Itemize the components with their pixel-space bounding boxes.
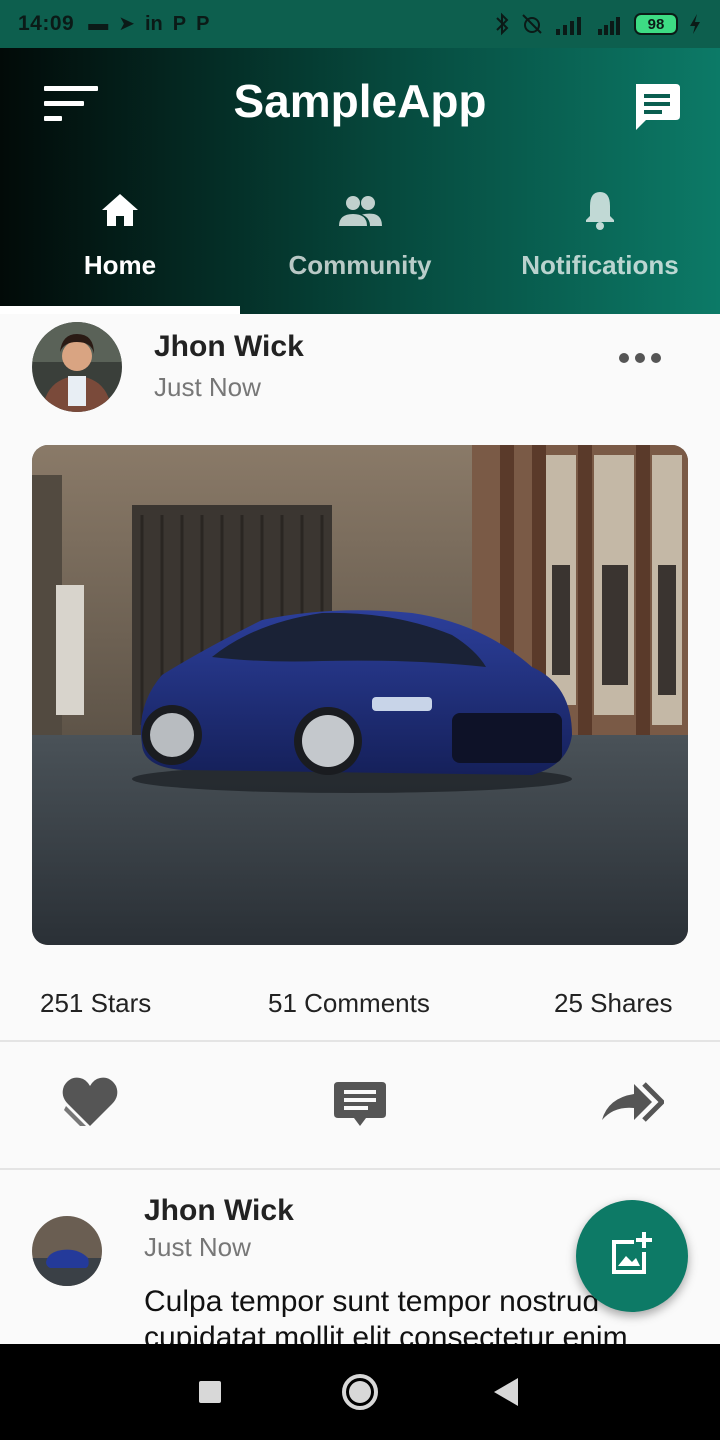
add-photo-icon — [612, 1232, 652, 1274]
status-time: 14:09 — [18, 12, 75, 35]
system-nav-bar — [0, 1344, 720, 1440]
charging-icon — [690, 14, 700, 34]
tab-notifications-label: Notifications — [521, 250, 679, 280]
shares-count[interactable]: 25 Shares — [554, 988, 673, 1019]
post-time: Just Now — [154, 372, 261, 402]
tab-home[interactable]: Home — [0, 176, 240, 314]
post-author[interactable]: Jhon Wick — [154, 330, 304, 364]
home-circle-icon[interactable] — [336, 1368, 384, 1416]
tab-community-label: Community — [288, 250, 432, 280]
tab-indicator — [0, 306, 240, 314]
more-horizontal-icon[interactable] — [616, 344, 664, 372]
signal-4g-icon — [556, 17, 581, 35]
post-stats: 251 Stars 51 Comments 25 Shares — [0, 988, 720, 1032]
p-icon: P — [196, 13, 210, 35]
battery-level: 98 — [634, 13, 678, 35]
post-author[interactable]: Jhon Wick — [144, 1194, 294, 1228]
post-actions — [0, 1070, 720, 1140]
avatar[interactable] — [32, 322, 122, 412]
post-image[interactable] — [32, 445, 688, 945]
telegram-icon: ➤ — [118, 13, 135, 35]
message-icon: ▬ — [88, 13, 109, 35]
divider — [0, 1040, 720, 1042]
divider — [0, 1168, 720, 1170]
add-photo-button[interactable] — [576, 1200, 688, 1312]
status-bar: 14:09 ▬ ➤ in P P 98 — [0, 0, 720, 48]
comments-count[interactable]: 51 Comments — [268, 988, 430, 1019]
people-icon — [339, 196, 382, 226]
heart-icon[interactable] — [58, 1070, 122, 1134]
app-header: SampleApp Home Community Notifications — [0, 48, 720, 314]
post-header: Jhon Wick Just Now — [0, 314, 720, 424]
tab-notifications[interactable]: Notifications — [480, 176, 720, 314]
home-icon — [102, 194, 138, 226]
notification-icons: ▬ ➤ in P P — [88, 14, 209, 34]
chat-icon[interactable] — [630, 80, 682, 132]
linkedin-icon: in — [144, 13, 163, 35]
tab-community[interactable]: Community — [240, 176, 480, 314]
tab-bar: Home Community Notifications — [0, 176, 720, 314]
battery-icon: 98 — [634, 13, 678, 35]
avatar[interactable] — [32, 1216, 102, 1286]
p-icon: P — [172, 13, 187, 35]
recents-icon[interactable] — [186, 1368, 234, 1416]
back-icon[interactable] — [482, 1368, 530, 1416]
bell-icon — [586, 192, 614, 230]
post-time: Just Now — [144, 1232, 251, 1262]
share-icon[interactable] — [600, 1070, 664, 1134]
system-icons: 98 — [494, 12, 702, 36]
stars-count[interactable]: 251 Stars — [40, 988, 151, 1019]
bluetooth-icon — [496, 12, 509, 36]
signal-icon — [598, 17, 620, 35]
comment-icon[interactable] — [328, 1070, 392, 1134]
alarm-off-icon — [522, 14, 542, 34]
tab-home-label: Home — [83, 250, 157, 280]
app-title: SampleApp — [233, 75, 487, 127]
